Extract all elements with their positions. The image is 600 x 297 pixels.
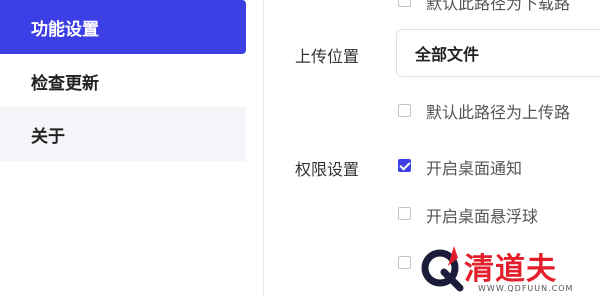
- sidebar-item-about[interactable]: 关于: [0, 107, 246, 161]
- desktop-notification-checkbox[interactable]: [398, 159, 411, 172]
- upload-default-path-text: 默认此路径为上传路: [426, 103, 571, 122]
- sidebar-item-label: 关于: [31, 126, 65, 147]
- divider: [263, 0, 264, 297]
- desktop-floating-ball-text: 开启桌面悬浮球: [426, 207, 539, 226]
- upload-default-path-checkbox[interactable]: [398, 104, 411, 117]
- permissions-label: 权限设置: [295, 160, 360, 179]
- watermark-logo: 清道夫 WWW.QDFUUN.COM: [418, 244, 600, 297]
- desktop-notification-text: 开启桌面通知: [426, 159, 523, 178]
- sidebar-item-label: 功能设置: [31, 19, 99, 40]
- watermark-q-icon: [421, 246, 464, 292]
- sidebar-item-feature-settings[interactable]: 功能设置: [0, 0, 246, 54]
- watermark-url-text: WWW.QDFUUN.COM: [478, 284, 574, 293]
- watermark-brand-text: 清道夫: [464, 252, 557, 287]
- download-default-path-text: 默认此路径为下载路: [426, 0, 571, 13]
- upload-location-select[interactable]: 全部文件: [396, 29, 600, 77]
- extra-option-checkbox[interactable]: [398, 256, 411, 269]
- upload-location-value: 全部文件: [415, 45, 480, 64]
- desktop-floating-ball-checkbox[interactable]: [398, 207, 411, 220]
- sidebar: 功能设置 检查更新 关于: [0, 0, 246, 297]
- download-default-path-checkbox[interactable]: [398, 0, 411, 7]
- sidebar-item-label: 检查更新: [31, 73, 99, 94]
- sidebar-item-check-updates[interactable]: 检查更新: [0, 54, 246, 108]
- upload-location-label: 上传位置: [295, 47, 360, 66]
